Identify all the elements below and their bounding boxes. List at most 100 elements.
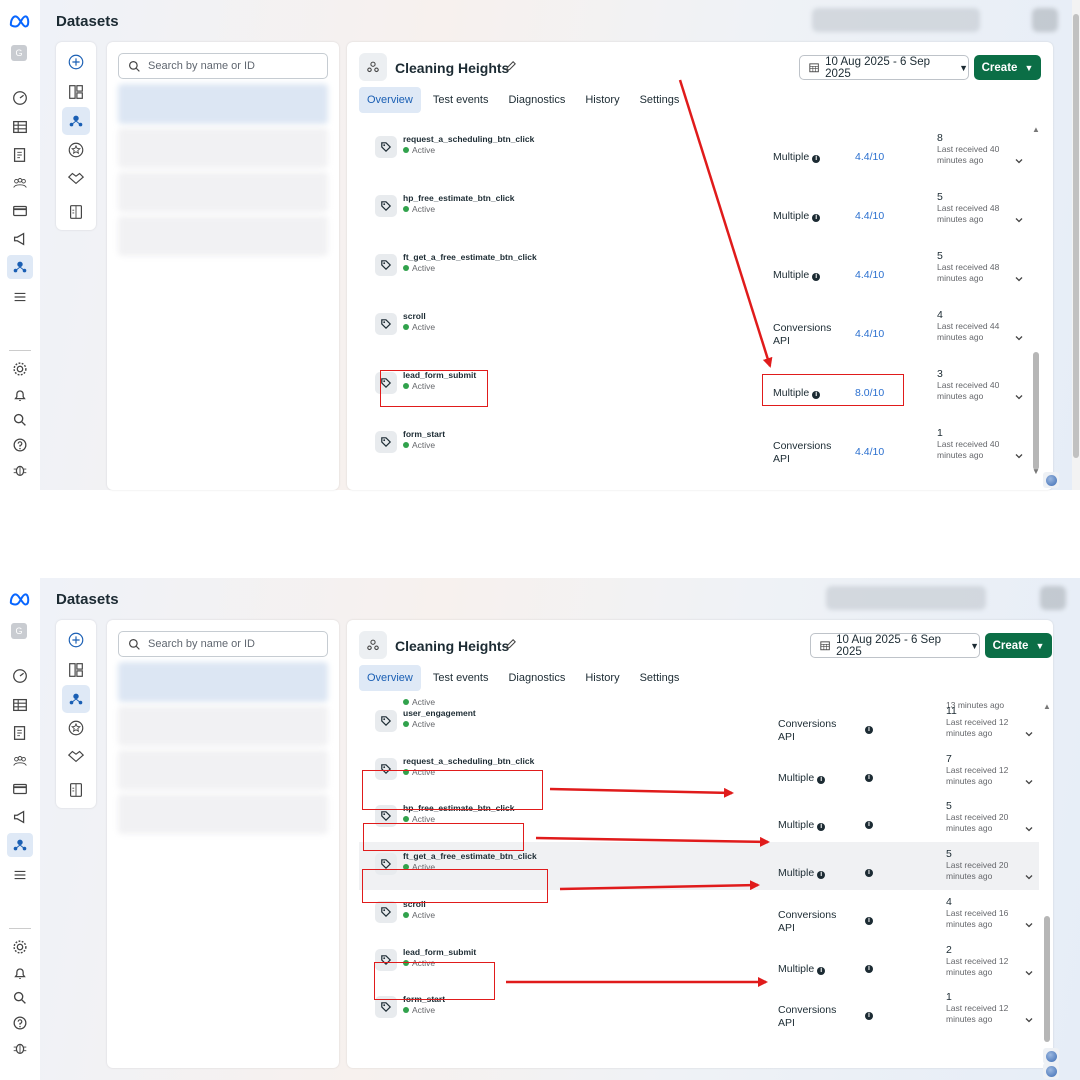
star-badge-icon[interactable] xyxy=(64,138,88,162)
info-icon[interactable]: i xyxy=(865,869,873,878)
account-switcher-blurred[interactable] xyxy=(812,8,980,32)
data-sources-icon[interactable] xyxy=(62,107,90,135)
chevron-down-icon[interactable] xyxy=(1014,448,1024,459)
scrollbar-thumb[interactable] xyxy=(1044,916,1050,1042)
handshake-icon[interactable] xyxy=(64,744,88,768)
tab-diagnostics[interactable]: Diagnostics xyxy=(500,665,573,691)
profile-blurred[interactable] xyxy=(1032,8,1058,32)
chevron-down-icon[interactable] xyxy=(1014,389,1024,400)
data-sources-icon[interactable] xyxy=(62,685,90,713)
date-range-picker[interactable]: 10 Aug 2025 - 6 Sep 2025 ▼ xyxy=(810,633,980,658)
people-icon[interactable] xyxy=(9,751,31,771)
megaphone-icon[interactable] xyxy=(9,229,31,249)
language-globe-icon[interactable] xyxy=(1043,1048,1059,1064)
chevron-down-icon[interactable] xyxy=(1024,1012,1034,1023)
search-input[interactable]: Search by name or ID xyxy=(118,631,328,657)
tab-settings[interactable]: Settings xyxy=(632,87,688,113)
info-icon[interactable]: i xyxy=(812,214,821,222)
scroll-down-icon[interactable]: ▼ xyxy=(1032,467,1040,476)
tab-overview[interactable]: Overview xyxy=(359,665,421,691)
people-icon[interactable] xyxy=(9,173,31,193)
dataset-list-item-selected[interactable] xyxy=(118,662,328,702)
info-icon[interactable]: i xyxy=(812,155,821,163)
chevron-down-icon[interactable] xyxy=(1024,869,1034,880)
event-row[interactable]: request_a_scheduling_btn_click Active Mult… xyxy=(359,125,1039,173)
edit-pencil-icon[interactable] xyxy=(504,637,518,651)
help-icon[interactable] xyxy=(9,1013,31,1033)
add-circle-icon[interactable] xyxy=(64,50,88,74)
panel-toggle-icon[interactable] xyxy=(64,200,88,224)
language-globe-icon[interactable] xyxy=(1043,472,1059,488)
chevron-down-icon[interactable] xyxy=(1024,726,1034,737)
event-row[interactable]: user_engagement Active Conversions API i 11 L… xyxy=(359,699,1039,747)
date-range-picker[interactable]: 10 Aug 2025 - 6 Sep 2025 ▼ xyxy=(799,55,969,80)
chevron-down-icon[interactable] xyxy=(1024,917,1034,928)
billing-icon[interactable] xyxy=(9,201,31,221)
info-icon[interactable]: i xyxy=(812,273,821,281)
create-button[interactable]: Create ▼ xyxy=(974,55,1041,80)
bell-icon[interactable] xyxy=(9,963,31,983)
menu-icon[interactable] xyxy=(9,865,31,885)
event-row[interactable]: form_start Active Conversions API 4.4/10 1 La… xyxy=(359,420,1039,468)
scrollbar-thumb[interactable] xyxy=(1033,352,1039,470)
pages-icon[interactable] xyxy=(9,145,31,165)
bug-icon[interactable] xyxy=(9,1038,31,1058)
chevron-down-icon[interactable] xyxy=(1024,965,1034,975)
info-icon[interactable]: i xyxy=(865,964,873,973)
search-input[interactable]: Search by name or ID xyxy=(118,53,328,79)
dataset-list-item[interactable] xyxy=(118,706,328,746)
meta-logo-icon[interactable] xyxy=(9,592,31,606)
layout-icon[interactable] xyxy=(64,658,88,682)
dataset-list-item[interactable] xyxy=(118,794,328,834)
create-button[interactable]: Create ▼ xyxy=(985,633,1052,658)
scroll-up-icon[interactable]: ▲ xyxy=(1043,702,1051,711)
tab-diagnostics[interactable]: Diagnostics xyxy=(500,87,573,113)
dataset-list-item-selected[interactable] xyxy=(118,84,328,124)
table-icon[interactable] xyxy=(9,695,31,715)
star-badge-icon[interactable] xyxy=(64,716,88,740)
tab-overview[interactable]: Overview xyxy=(359,87,421,113)
event-row[interactable]: hp_free_estimate_btn_click Active Multiple… xyxy=(359,184,1039,232)
info-icon[interactable]: i xyxy=(865,821,873,830)
dashboard-icon[interactable] xyxy=(9,88,31,108)
dashboard-icon[interactable] xyxy=(9,666,31,686)
tab-history[interactable]: History xyxy=(577,665,627,691)
bell-icon[interactable] xyxy=(9,385,31,405)
settings-gear-icon[interactable] xyxy=(9,937,31,957)
meta-logo-icon[interactable] xyxy=(9,14,31,28)
info-icon[interactable]: i xyxy=(817,966,826,975)
layout-icon[interactable] xyxy=(64,80,88,104)
handshake-icon[interactable] xyxy=(64,166,88,190)
event-match-quality[interactable]: 4.4/10 xyxy=(855,151,884,163)
event-row[interactable]: ft_get_a_free_estimate_btn_click Active Mu… xyxy=(359,243,1039,291)
info-icon[interactable]: i xyxy=(865,773,873,782)
chevron-down-icon[interactable] xyxy=(1014,330,1024,341)
account-switcher-blurred[interactable] xyxy=(826,586,986,610)
event-match-quality[interactable]: 4.4/10 xyxy=(855,269,884,281)
search-icon[interactable] xyxy=(9,410,31,430)
event-match-quality[interactable]: 4.4/10 xyxy=(855,328,884,340)
dataset-list-item[interactable] xyxy=(118,128,328,168)
event-match-quality[interactable]: 4.4/10 xyxy=(855,210,884,222)
scroll-up-icon[interactable]: ▲ xyxy=(1032,125,1040,134)
chevron-down-icon[interactable] xyxy=(1014,153,1024,164)
dataset-list-item[interactable] xyxy=(118,172,328,212)
language-globe-icon[interactable] xyxy=(1043,1063,1059,1079)
event-row[interactable]: scroll Active Conversions API 4.4/10 4 Last r… xyxy=(359,302,1039,350)
info-icon[interactable]: i xyxy=(817,823,826,832)
settings-gear-icon[interactable] xyxy=(9,359,31,379)
account-avatar[interactable]: G xyxy=(11,623,27,639)
chevron-down-icon[interactable] xyxy=(1024,774,1034,785)
billing-icon[interactable] xyxy=(9,779,31,799)
event-match-quality[interactable]: 4.4/10 xyxy=(855,446,884,458)
info-icon[interactable]: i xyxy=(865,1012,873,1021)
help-icon[interactable] xyxy=(9,435,31,455)
tab-test-events[interactable]: Test events xyxy=(425,665,497,691)
tab-history[interactable]: History xyxy=(577,87,627,113)
table-icon[interactable] xyxy=(9,117,31,137)
pages-icon[interactable] xyxy=(9,723,31,743)
menu-icon[interactable] xyxy=(9,287,31,307)
chevron-down-icon[interactable] xyxy=(1014,271,1024,282)
tab-settings[interactable]: Settings xyxy=(632,665,688,691)
search-icon[interactable] xyxy=(9,988,31,1008)
